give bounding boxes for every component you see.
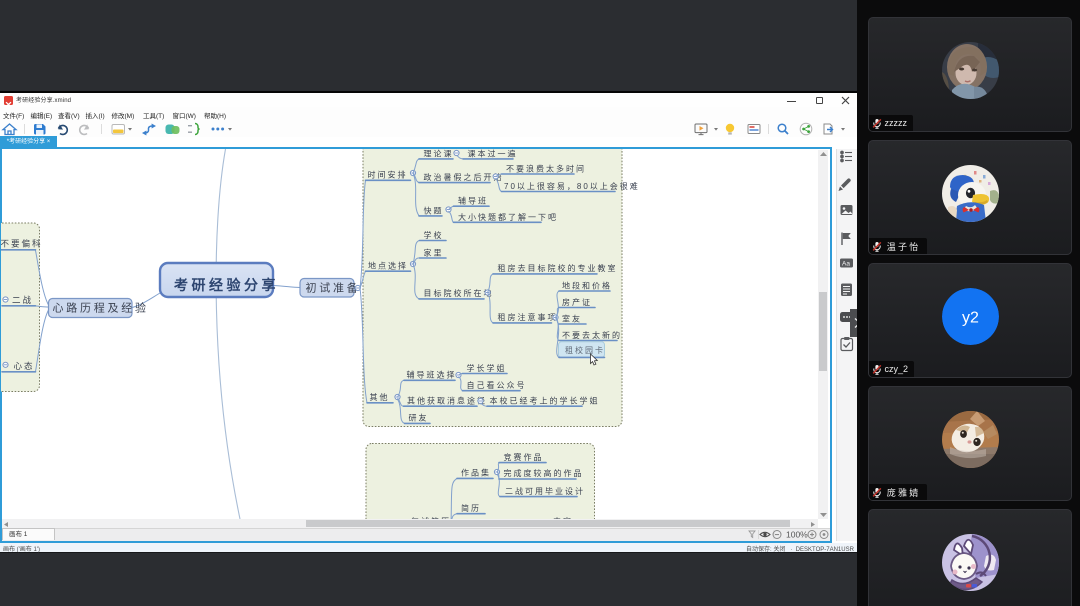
svg-text:政治暑假之后开始: 政治暑假之后开始 <box>424 172 504 182</box>
svg-text:初试准备: 初试准备 <box>306 280 361 294</box>
svg-text:考研经验分享: 考研经验分享 <box>174 277 279 293</box>
svg-text:家里: 家里 <box>424 248 444 258</box>
svg-text:简历: 简历 <box>461 503 481 513</box>
svg-text:辅导班: 辅导班 <box>458 196 488 206</box>
svg-text:Aa: Aa <box>842 261 850 268</box>
svg-text:时间安排: 时间安排 <box>368 170 408 180</box>
svg-text:其他: 其他 <box>370 392 390 402</box>
svg-text:作品集: 作品集 <box>461 468 491 478</box>
svg-text:不要浪费太多时间: 不要浪费太多时间 <box>506 164 586 174</box>
svg-text:竞赛作品: 竞赛作品 <box>504 452 544 462</box>
svg-text:二战可用毕业设计: 二战可用毕业设计 <box>505 486 585 496</box>
svg-text:学校: 学校 <box>424 230 444 240</box>
svg-text:房产证: 房产证 <box>562 297 592 307</box>
svg-text:地段和价格: 地段和价格 <box>562 281 612 291</box>
svg-text:课本过一遍: 课本过一遍 <box>468 149 518 159</box>
svg-text:快题: 快题 <box>424 206 444 216</box>
svg-text:大小快题都了解一下吧: 大小快题都了解一下吧 <box>458 212 558 222</box>
svg-text:完成度较高的作品: 完成度较高的作品 <box>504 468 584 478</box>
svg-text:理论课: 理论课 <box>424 149 454 159</box>
svg-text:地点选择: 地点选择 <box>368 260 408 270</box>
svg-text:室友: 室友 <box>562 314 582 324</box>
svg-text:不要去太新的: 不要去太新的 <box>562 330 622 340</box>
svg-text:心态: 心态 <box>14 361 35 371</box>
svg-text:学长学姐: 学长学姐 <box>467 363 507 373</box>
svg-text:自己看公众号: 自己看公众号 <box>467 380 527 390</box>
svg-text:心路历程及经验: 心路历程及经验 <box>53 301 149 315</box>
svg-text:其他获取消息途径: 其他获取消息途径 <box>407 395 487 405</box>
svg-text:租房去目标院校的专业教室: 租房去目标院校的专业教室 <box>498 263 618 273</box>
svg-text:不要偏科: 不要偏科 <box>1 239 43 249</box>
svg-text:本校已经考上的学长学姐: 本校已经考上的学长学姐 <box>490 395 600 405</box>
svg-text:租房注意事项: 租房注意事项 <box>498 312 558 322</box>
svg-text:目标院校所在地: 目标院校所在地 <box>424 288 494 298</box>
svg-text:研友: 研友 <box>409 413 429 423</box>
svg-text:租校园卡: 租校园卡 <box>565 345 605 355</box>
svg-text:二战: 二战 <box>12 295 33 305</box>
svg-text:70以上很容易，80以上会很难: 70以上很容易，80以上会很难 <box>504 181 640 191</box>
svg-text:辅导班选择: 辅导班选择 <box>407 370 457 380</box>
svg-text:y2: y2 <box>962 310 979 327</box>
svg-text:100%: 100% <box>786 530 808 540</box>
